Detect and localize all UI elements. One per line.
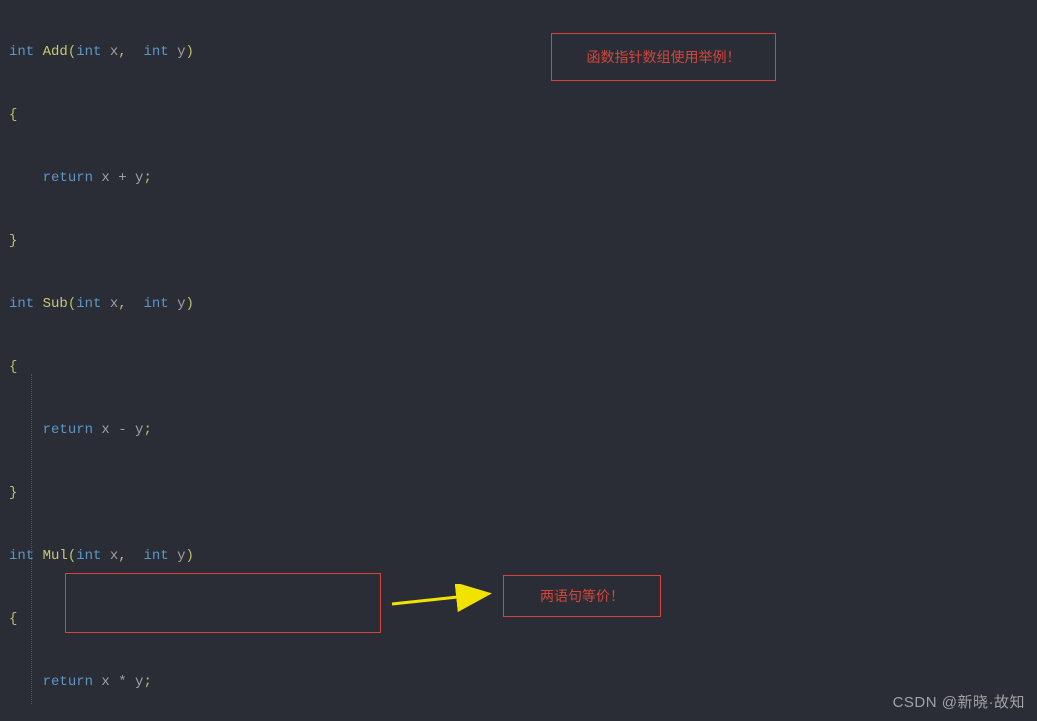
annotation-box-equiv: 两语句等价！ bbox=[503, 575, 661, 617]
code-line[interactable]: } bbox=[6, 231, 1037, 252]
code-line[interactable]: return x + y; bbox=[6, 168, 1037, 189]
code-line[interactable]: return x * y; bbox=[6, 672, 1037, 693]
arrow-annotation-icon bbox=[386, 584, 501, 612]
code-editor: int Add(int x, int y) { return x + y; } … bbox=[0, 0, 1037, 721]
watermark-text: CSDN @新晓·故知 bbox=[893, 692, 1025, 713]
code-line[interactable]: int Sub(int x, int y) bbox=[6, 294, 1037, 315]
code-line[interactable]: } bbox=[6, 483, 1037, 504]
annotation-box-code bbox=[65, 573, 381, 633]
code-line[interactable]: return x - y; bbox=[6, 420, 1037, 441]
annotation-box-example: 函数指针数组使用举例！ bbox=[551, 33, 776, 81]
code-line[interactable]: { bbox=[6, 357, 1037, 378]
code-line[interactable]: int Add(int x, int y) bbox=[6, 42, 1037, 63]
annotation-text: 两语句等价！ bbox=[504, 576, 660, 616]
code-line[interactable]: { bbox=[6, 105, 1037, 126]
code-line[interactable]: int Mul(int x, int y) bbox=[6, 546, 1037, 567]
indent-guide bbox=[31, 374, 33, 704]
annotation-text: 函数指针数组使用举例！ bbox=[552, 34, 775, 80]
